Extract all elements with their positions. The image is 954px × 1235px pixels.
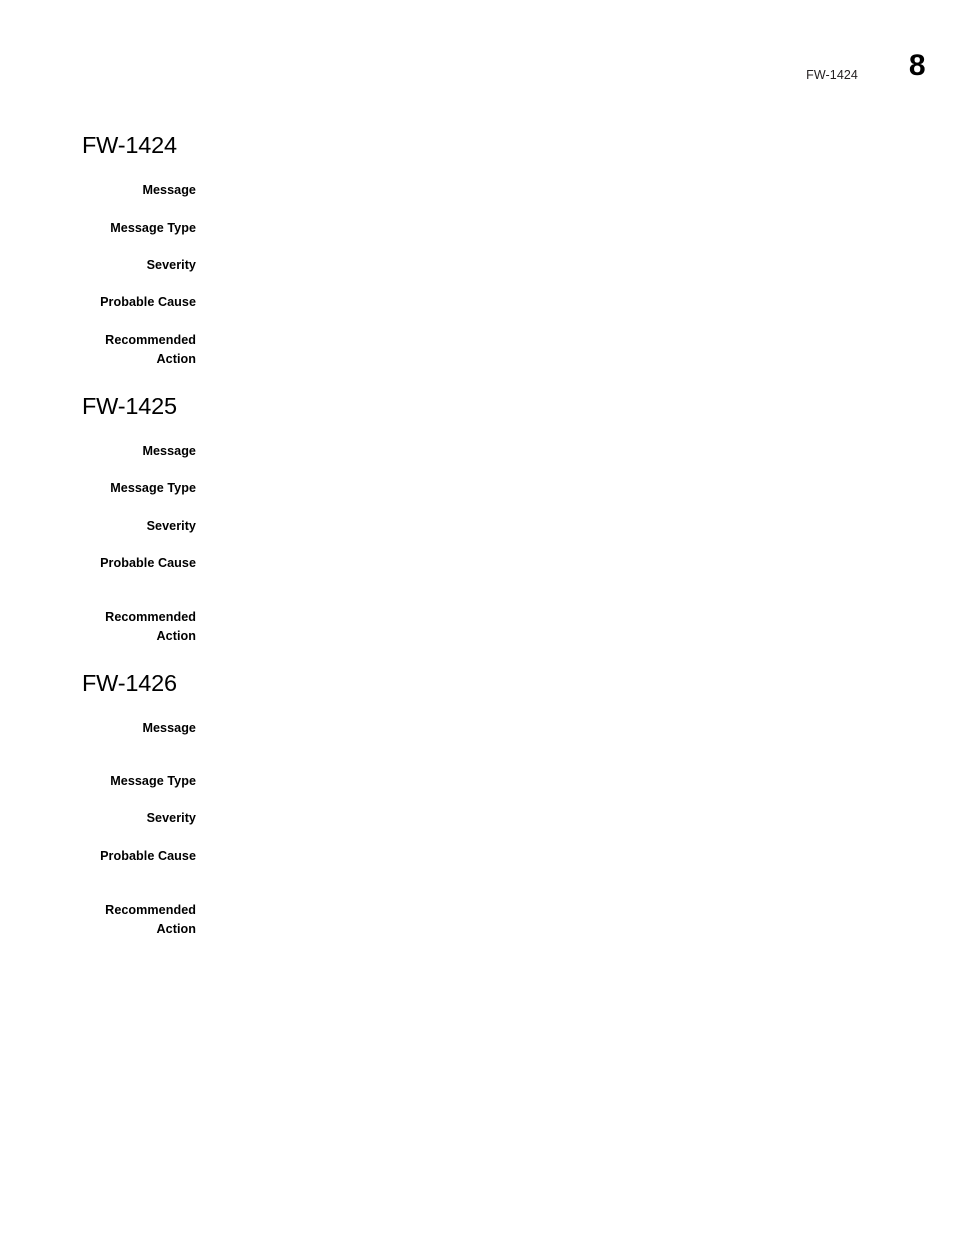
field-value bbox=[210, 293, 910, 294]
field-value bbox=[210, 554, 910, 555]
field-value bbox=[210, 608, 910, 609]
field-label: Message bbox=[142, 444, 196, 458]
field-label: Message Type bbox=[110, 481, 196, 495]
field-label: Message Type bbox=[110, 774, 196, 788]
document-page: FW-1424 8 FW-1424 Message Message Type Seve… bbox=[0, 0, 954, 1235]
field-value bbox=[210, 772, 910, 773]
header-chapter-label: FW-1424 bbox=[806, 68, 858, 82]
field-label: Probable Cause bbox=[100, 295, 196, 309]
field-value bbox=[210, 847, 910, 848]
field-value bbox=[210, 256, 910, 257]
field-label: Message bbox=[142, 183, 196, 197]
field-value bbox=[210, 442, 910, 443]
field-label: Recommended Action bbox=[105, 903, 196, 936]
field-value bbox=[210, 181, 910, 182]
field-value bbox=[210, 901, 910, 902]
field-label: Probable Cause bbox=[100, 849, 196, 863]
section-heading: FW-1424 bbox=[82, 132, 177, 158]
field-label: Recommended Action bbox=[105, 610, 196, 643]
field-label: Severity bbox=[146, 258, 196, 272]
field-value bbox=[210, 219, 910, 220]
page-header: FW-1424 8 bbox=[0, 51, 954, 102]
field-label: Recommended Action bbox=[105, 333, 196, 366]
field-value bbox=[210, 331, 910, 332]
field-value bbox=[210, 517, 910, 518]
page-number: 8 bbox=[908, 49, 926, 82]
field-label: Severity bbox=[146, 811, 196, 825]
section-heading: FW-1425 bbox=[82, 393, 177, 419]
field-label: Message bbox=[142, 721, 196, 735]
field-label: Message Type bbox=[110, 221, 196, 235]
section-heading: FW-1426 bbox=[82, 670, 177, 696]
field-label: Probable Cause bbox=[100, 556, 196, 570]
field-label: Severity bbox=[146, 519, 196, 533]
field-value bbox=[210, 479, 910, 480]
field-value bbox=[210, 719, 910, 720]
field-value bbox=[210, 809, 910, 810]
